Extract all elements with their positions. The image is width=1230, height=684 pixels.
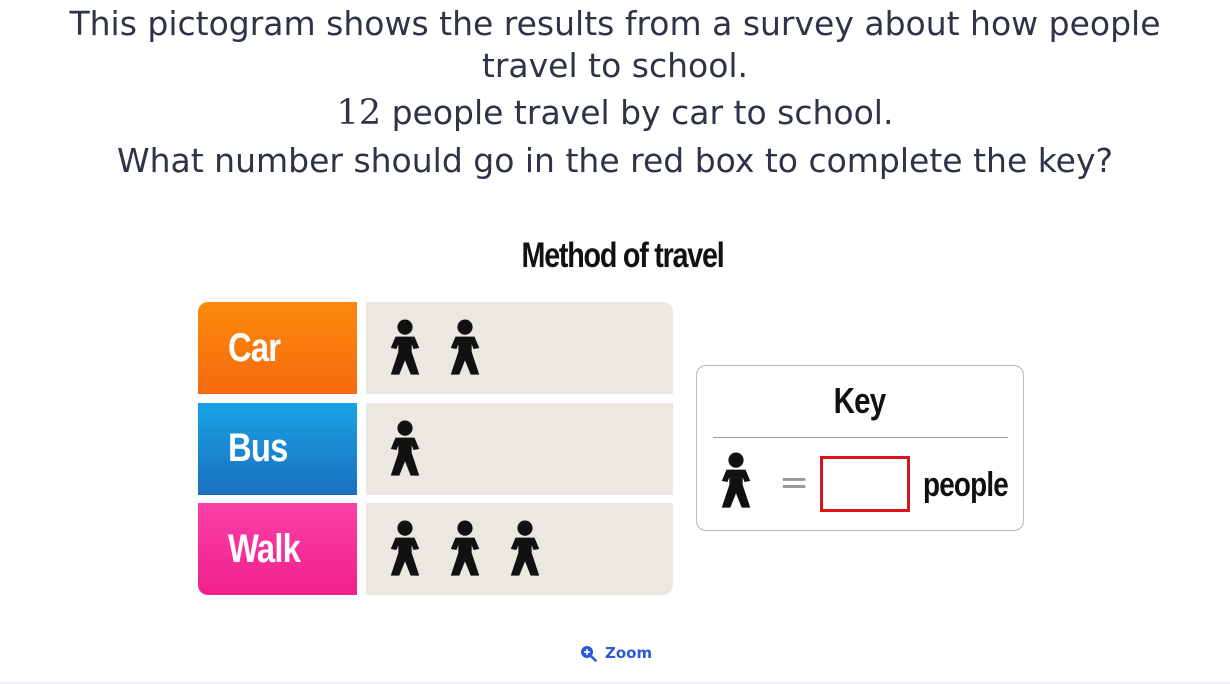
question-line-3: 12 people travel by car to school.: [0, 91, 1230, 135]
key-unit-label: people: [923, 466, 1009, 504]
row-symbols-car: [366, 302, 673, 394]
question-line-4: What number should go in the red box to …: [116, 141, 1114, 180]
row-label-bus: Bus: [198, 402, 357, 495]
car-count: 12: [336, 93, 382, 133]
row-symbols-walk: [366, 503, 673, 595]
row-symbols-bus: [366, 402, 673, 495]
person-icon: [386, 418, 446, 480]
question-line-1: This pictogram shows the results from a …: [69, 4, 1161, 43]
person-icon: [446, 317, 506, 379]
person-icon: [717, 452, 755, 514]
key-answer-box[interactable]: [820, 456, 910, 512]
zoom-button[interactable]: Zoom: [580, 644, 652, 662]
row-label-car: Car: [198, 302, 357, 394]
zoom-label: Zoom: [605, 644, 653, 662]
person-icon: [506, 518, 566, 580]
pictogram-row-walk: Walk: [198, 503, 673, 595]
pictogram-row-car: Car: [198, 302, 673, 394]
chart-title: Method of travel: [521, 236, 725, 275]
key-divider: [713, 437, 1008, 438]
question-line-2: travel to school.: [481, 46, 749, 85]
row-label-walk: Walk: [198, 503, 357, 595]
pictogram-table: Car Bus Walk: [198, 302, 673, 595]
key-equals: =: [779, 462, 810, 503]
pictogram-row-bus: Bus: [198, 402, 673, 495]
person-icon: [446, 518, 506, 580]
person-icon: [386, 518, 446, 580]
key-panel: Key = people: [696, 365, 1024, 531]
key-title: Key: [833, 380, 887, 421]
question-line-3-rest: people travel by car to school.: [381, 93, 894, 132]
zoom-in-icon: [581, 645, 597, 662]
person-icon: [386, 317, 446, 379]
